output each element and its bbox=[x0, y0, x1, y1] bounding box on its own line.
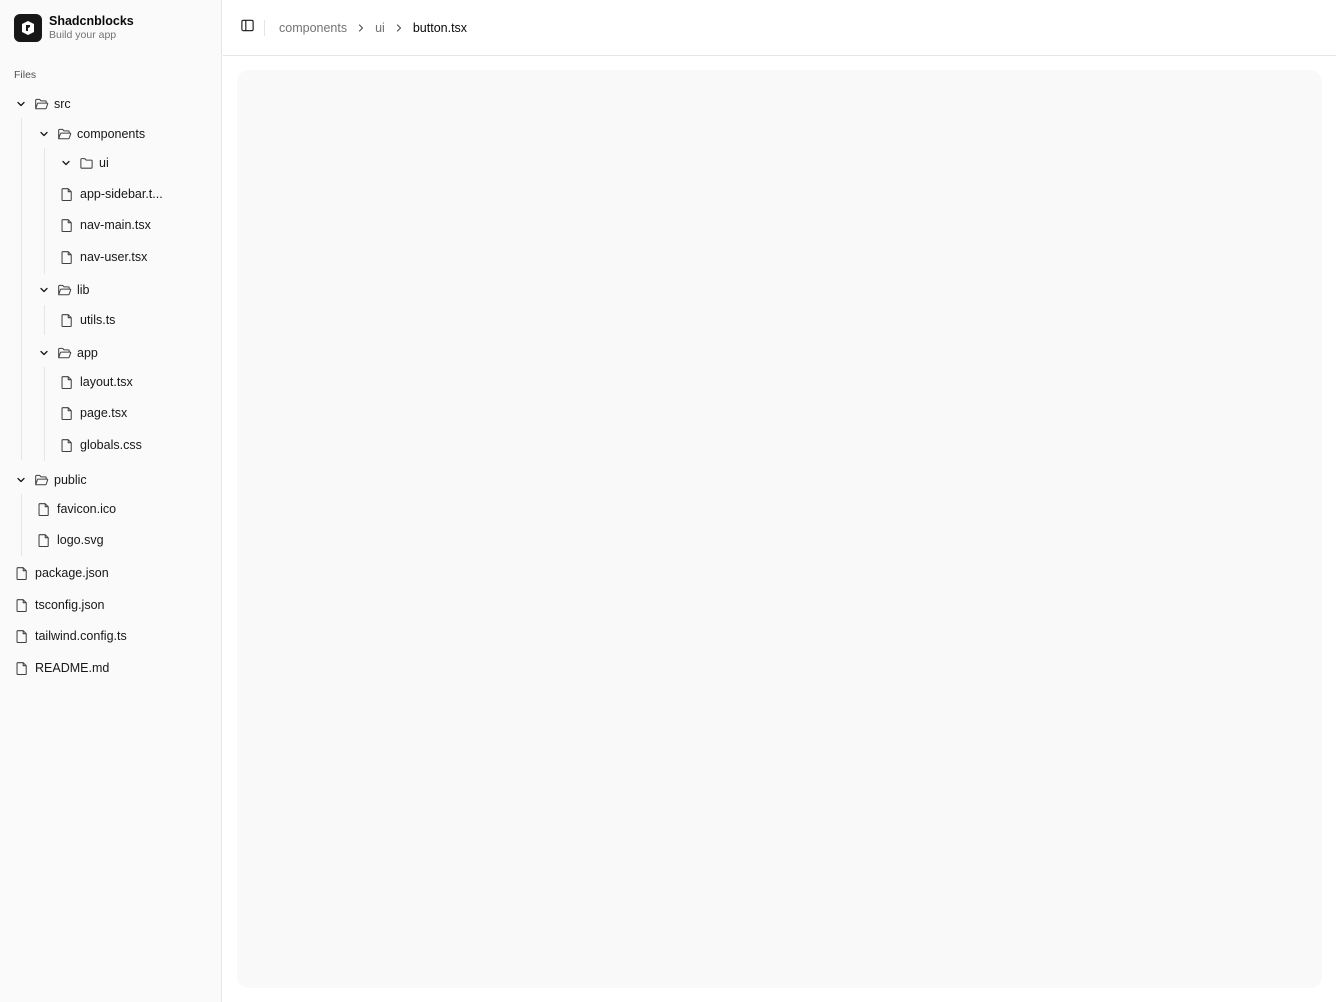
tree-file-favicon[interactable]: favicon.ico bbox=[36, 496, 116, 522]
tree-file-readme[interactable]: README.md bbox=[14, 655, 109, 681]
logo-icon bbox=[14, 14, 42, 42]
tree-label: tailwind.config.ts bbox=[35, 629, 127, 643]
tree-file-page[interactable]: page.tsx bbox=[59, 400, 127, 426]
tree-label: app-sidebar.t... bbox=[80, 187, 163, 201]
sidebar: Shadcnblocks Build your app Files src co… bbox=[0, 0, 222, 1002]
file-icon bbox=[59, 405, 75, 421]
brand-subtitle: Build your app bbox=[49, 29, 117, 41]
brand-name: Shadcnblocks bbox=[49, 14, 134, 28]
file-icon bbox=[14, 597, 30, 613]
breadcrumb-item-ui[interactable]: ui bbox=[375, 21, 385, 35]
tree-label: package.json bbox=[35, 566, 109, 580]
tree-label: logo.svg bbox=[57, 533, 104, 547]
tree-file-globals[interactable]: globals.css bbox=[59, 432, 142, 458]
file-icon bbox=[59, 186, 75, 202]
sidebar-toggle-button[interactable] bbox=[235, 16, 259, 40]
tree-guide-line bbox=[44, 305, 45, 335]
folder-open-icon bbox=[33, 96, 49, 112]
tree-file-package-json[interactable]: package.json bbox=[14, 560, 109, 586]
breadcrumb: components ui button.tsx bbox=[279, 19, 467, 37]
tree-file-tailwind-config[interactable]: tailwind.config.ts bbox=[14, 623, 127, 649]
main-area: components ui button.tsx bbox=[223, 0, 1336, 1002]
file-icon bbox=[59, 217, 75, 233]
file-icon bbox=[59, 249, 75, 265]
file-icon bbox=[59, 437, 75, 453]
tree-guide-line bbox=[44, 367, 45, 461]
tree-folder-public[interactable]: public bbox=[13, 467, 87, 493]
tree-folder-lib[interactable]: lib bbox=[36, 277, 90, 303]
tree-guide-line bbox=[21, 118, 22, 460]
tree-guide-line bbox=[21, 494, 22, 556]
breadcrumb-item-components[interactable]: components bbox=[279, 21, 347, 35]
tree-folder-src[interactable]: src bbox=[13, 91, 71, 117]
tree-file-nav-user[interactable]: nav-user.tsx bbox=[59, 244, 147, 270]
header-separator bbox=[264, 20, 265, 36]
file-icon bbox=[36, 501, 52, 517]
chevron-right-icon bbox=[391, 20, 407, 36]
panel-left-icon bbox=[240, 18, 255, 38]
tree-label: nav-user.tsx bbox=[80, 250, 148, 264]
tree-label: lib bbox=[77, 283, 90, 297]
file-icon bbox=[59, 374, 75, 390]
file-icon bbox=[14, 628, 30, 644]
tree-label: public bbox=[54, 473, 87, 487]
tree-label: app bbox=[77, 346, 98, 360]
tree-guide-line bbox=[44, 148, 45, 274]
tree-label: page.tsx bbox=[80, 406, 128, 420]
chevron-down-icon bbox=[36, 126, 52, 142]
file-icon bbox=[59, 312, 75, 328]
top-header: components ui button.tsx bbox=[223, 0, 1336, 56]
tree-label: utils.ts bbox=[80, 313, 116, 327]
folder-open-icon bbox=[56, 345, 72, 361]
file-icon bbox=[14, 565, 30, 581]
files-group-label: Files bbox=[14, 69, 37, 81]
folder-open-icon bbox=[33, 472, 49, 488]
tree-file-logo-svg[interactable]: logo.svg bbox=[36, 527, 104, 553]
chevron-right-icon bbox=[353, 20, 369, 36]
brand-header[interactable]: Shadcnblocks Build your app bbox=[14, 13, 214, 43]
content-panel bbox=[237, 70, 1322, 988]
tree-file-nav-main[interactable]: nav-main.tsx bbox=[59, 212, 151, 238]
chevron-down-icon bbox=[36, 282, 52, 298]
chevron-down-icon bbox=[36, 345, 52, 361]
tree-label: components bbox=[77, 127, 146, 141]
tree-folder-ui[interactable]: ui bbox=[58, 150, 109, 176]
tree-label: layout.tsx bbox=[80, 375, 133, 389]
tree-label: tsconfig.json bbox=[35, 598, 105, 612]
tree-file-tsconfig[interactable]: tsconfig.json bbox=[14, 592, 104, 618]
chevron-down-icon bbox=[58, 155, 74, 171]
folder-icon bbox=[78, 155, 94, 171]
breadcrumb-current-page: button.tsx bbox=[412, 21, 468, 35]
tree-label: ui bbox=[99, 156, 109, 170]
file-icon bbox=[14, 660, 30, 676]
folder-open-icon bbox=[56, 282, 72, 298]
tree-file-utils[interactable]: utils.ts bbox=[59, 307, 115, 333]
tree-folder-components[interactable]: components bbox=[36, 121, 145, 147]
tree-label: src bbox=[54, 97, 71, 111]
tree-label: README.md bbox=[35, 661, 110, 675]
file-icon bbox=[36, 532, 52, 548]
tree-file-app-sidebar[interactable]: app-sidebar.t... bbox=[59, 181, 163, 207]
tree-label: nav-main.tsx bbox=[80, 218, 151, 232]
tree-label: favicon.ico bbox=[57, 502, 117, 516]
chevron-down-icon bbox=[13, 472, 29, 488]
folder-open-icon bbox=[56, 126, 72, 142]
chevron-down-icon bbox=[13, 96, 29, 112]
tree-label: globals.css bbox=[80, 438, 142, 452]
tree-file-layout[interactable]: layout.tsx bbox=[59, 369, 133, 395]
tree-folder-app[interactable]: app bbox=[36, 340, 98, 366]
